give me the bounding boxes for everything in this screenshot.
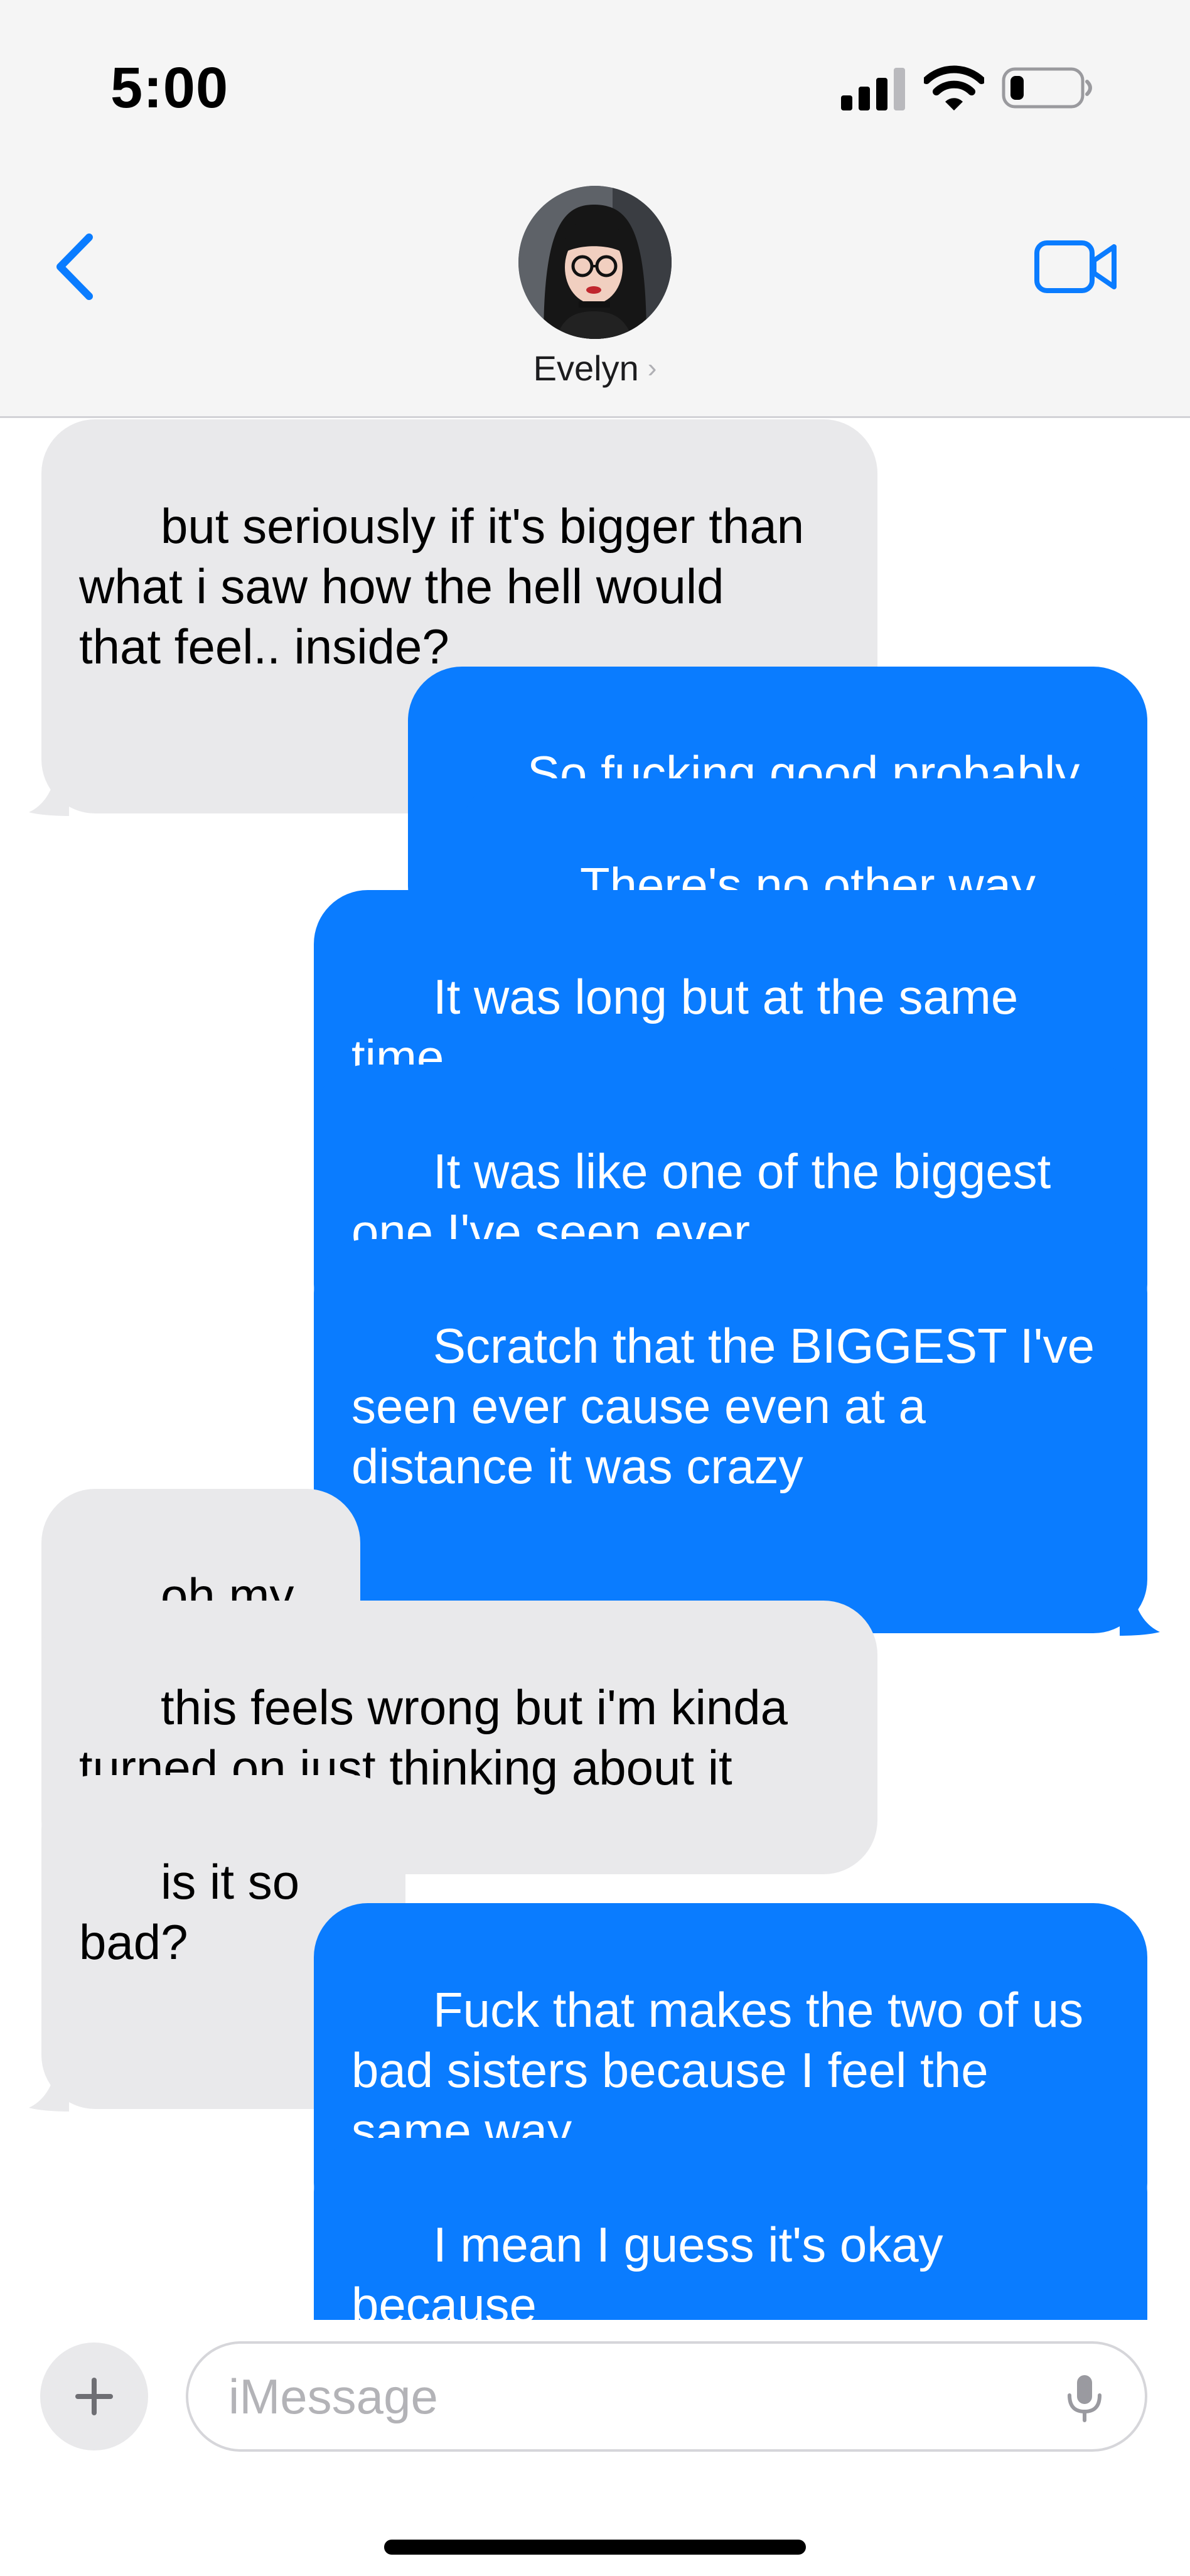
bubble-tail xyxy=(29,2076,69,2112)
message-thread: but seriously if it's bigger than what i… xyxy=(0,418,1190,2535)
contact-name-row: Evelyn › xyxy=(533,348,657,389)
microphone-icon[interactable] xyxy=(1059,2373,1110,2423)
message-input[interactable] xyxy=(228,2368,1057,2425)
apps-plus-button[interactable] xyxy=(40,2343,148,2450)
message-text: Scratch that the BIGGEST I've seen ever … xyxy=(351,1318,1095,1494)
conversation-header: 5:00 Evelyn › xyxy=(0,0,1190,418)
back-button[interactable] xyxy=(40,226,109,308)
message-text: but seriously if it's bigger than what i… xyxy=(79,498,805,674)
chevron-right-icon: › xyxy=(647,352,657,384)
battery-low-icon xyxy=(1002,67,1092,109)
video-camera-icon xyxy=(1034,240,1117,293)
contact-info-button[interactable]: Evelyn › xyxy=(469,186,721,399)
plus-icon xyxy=(75,2378,113,2415)
message-bubble-outgoing[interactable]: Scratch that the BIGGEST I've seen ever … xyxy=(314,1239,1160,1636)
message-text: is it so bad? xyxy=(79,1854,313,1970)
messages-screen: 5:00 Evelyn › but seriously if it's bigg… xyxy=(0,0,1190,2576)
contact-name: Evelyn xyxy=(533,348,639,388)
bubble-tail xyxy=(1120,1601,1160,1636)
message-field[interactable] xyxy=(186,2341,1147,2452)
wifi-icon xyxy=(924,65,984,110)
status-time: 5:00 xyxy=(110,56,229,120)
home-indicator[interactable] xyxy=(384,2540,806,2555)
bubble-tail xyxy=(29,781,69,816)
chevron-left-icon xyxy=(56,233,93,300)
message-text: Fuck that makes the two of us bad sister… xyxy=(351,1982,1084,2158)
avatar xyxy=(518,186,672,339)
message-composer xyxy=(0,2320,1190,2576)
cellular-signal-icon xyxy=(841,68,905,110)
facetime-video-button[interactable] xyxy=(1029,232,1123,301)
